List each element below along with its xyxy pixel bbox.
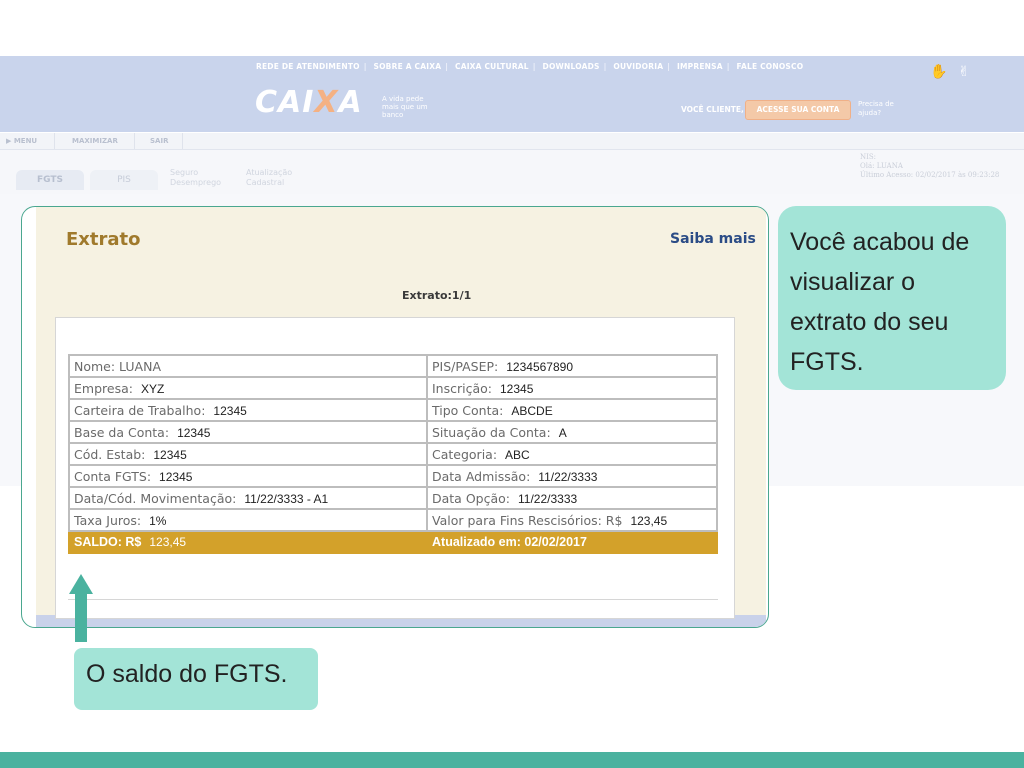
info-cell: Tipo Conta: ABCDE [426,398,718,422]
caixa-logo[interactable]: CAIXA [255,88,363,118]
extrato-panel: Extrato Saiba mais Extrato:1/1 Nome: LUA… [21,206,769,628]
extrato-title: Extrato [66,229,141,250]
tab-seguro-desemprego[interactable]: Seguro Desemprego [170,168,230,188]
account-info-table: Nome: LUANA PIS/PASEP: 1234567890 Empresa… [68,354,718,554]
saldo-cell: SALDO: R$ 123,45 [68,530,428,554]
info-cell: Data Opção: 11/22/3333 [426,486,718,510]
tab-fgts[interactable]: FGTS [16,170,84,190]
info-cell: Cód. Estab: 12345 [68,442,428,466]
callout-extrato-note: Você acabou de visualizar o extrato do s… [778,206,1006,390]
accessibility-hands-icon[interactable]: ✋ [930,64,947,80]
table-row: Cód. Estab: 12345 Categoria: ABC [68,442,718,466]
tab-atualizacao-cadastral[interactable]: Atualização Cadastral [246,168,306,188]
top-navigation: REDE DE ATENDIMENTO | SOBRE A CAIXA | CAIX… [256,62,804,71]
logo-tagline: A vida pede mais que um banco [382,95,428,119]
saiba-mais-link[interactable]: Saiba mais [670,231,756,247]
table-row: Carteira de Trabalho: 12345 Tipo Conta: AB… [68,398,718,422]
nav-caixa-cultural[interactable]: CAIXA CULTURAL [455,62,529,71]
info-cell: Data/Cód. Movimentação: 11/22/3333 - A1 [68,486,428,510]
atualizado-cell: Atualizado em: 02/02/2017 [426,530,718,554]
acesse-sua-conta-button[interactable]: ACESSE SUA CONTA [745,100,851,120]
footer-bar [0,752,1024,768]
info-cell: Nome: LUANA [68,354,428,378]
table-row: Taxa Juros: 1% Valor para Fins Rescisório… [68,508,718,532]
info-cell: Inscrição: 12345 [426,376,718,400]
nav-imprensa[interactable]: IMPRENSA [677,62,723,71]
session-info: NIS: Olá: LUANA Último Acesso: 02/02/201… [860,153,999,180]
info-cell: Base da Conta: 12345 [68,420,428,444]
saldo-row: SALDO: R$ 123,45 Atualizado em: 02/02/201… [68,530,718,554]
nav-ouvidoria[interactable]: OUVIDORIA [613,62,663,71]
menu-bar: ▶ MENU MAXIMIZAR SAIR [0,133,1024,150]
table-row: Conta FGTS: 12345 Data Admissão: 11/22/333… [68,464,718,488]
info-cell: Categoria: ABC [426,442,718,466]
table-row: Nome: LUANA PIS/PASEP: 1234567890 [68,354,718,378]
table-row: Empresa: XYZ Inscrição: 12345 [68,376,718,400]
greeting: Olá: LUANA [860,162,903,170]
nav-downloads[interactable]: DOWNLOADS [543,62,600,71]
info-cell: Carteira de Trabalho: 12345 [68,398,428,422]
voce-cliente-label: VOCÊ CLIENTE, [681,105,744,114]
sign-language-icon[interactable]: ✌ [958,64,970,80]
extrato-page-indicator: Extrato:1/1 [402,289,472,302]
menu-button[interactable]: ▶ MENU [6,137,37,145]
info-cell: Data Admissão: 11/22/3333 [426,464,718,488]
info-cell: Situação da Conta: A [426,420,718,444]
arrow-shaft [75,592,87,642]
info-cell: Conta FGTS: 12345 [68,464,428,488]
sheet-divider [68,599,718,600]
table-row: Data/Cód. Movimentação: 11/22/3333 - A1 D… [68,486,718,510]
tab-pis[interactable]: PIS [90,170,158,190]
table-row: Base da Conta: 12345 Situação da Conta: A [68,420,718,444]
nav-sobre-a-caixa[interactable]: SOBRE A CAIXA [374,62,442,71]
nav-rede-de-atendimento[interactable]: REDE DE ATENDIMENTO [256,62,360,71]
arrow-up-icon [69,574,93,594]
callout-extrato-text: Você acabou de visualizar o extrato do s… [790,228,970,376]
sair-button[interactable]: SAIR [150,137,168,145]
info-cell: Valor para Fins Rescisórios: R$ 123,45 [426,508,718,532]
info-cell: Taxa Juros: 1% [68,508,428,532]
nav-fale-conosco[interactable]: FALE CONOSCO [737,62,804,71]
precisa-de-ajuda-link[interactable]: Precisa de ajuda? [858,100,908,118]
last-access: Último Acesso: 02/02/2017 às 09:23:28 [860,171,1000,179]
nis-label: NIS: [860,153,877,161]
maximizar-button[interactable]: MAXIMIZAR [72,137,118,145]
callout-saldo-note: O saldo do FGTS. [74,648,318,710]
callout-saldo-text: O saldo do FGTS. [86,660,288,688]
info-cell: PIS/PASEP: 1234567890 [426,354,718,378]
info-cell: Empresa: XYZ [68,376,428,400]
